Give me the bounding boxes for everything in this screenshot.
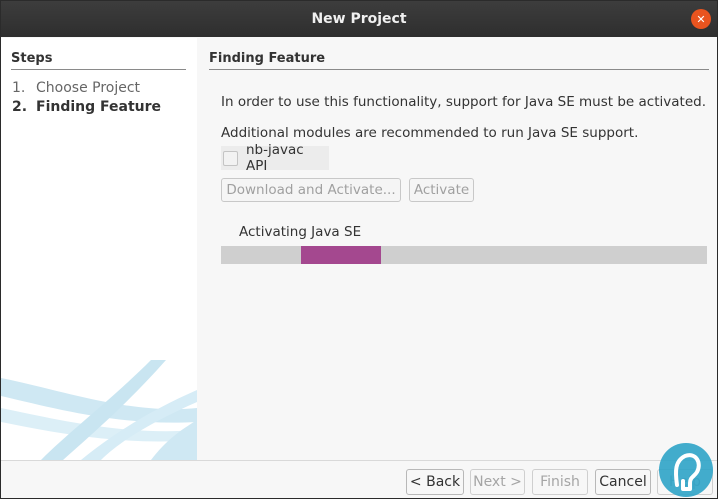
footer-divider [1, 460, 717, 461]
finish-button[interactable]: Finish [532, 469, 588, 495]
site-logo-icon [659, 443, 713, 497]
title-bar: New Project ✕ [1, 1, 717, 37]
nb-javac-checkbox[interactable] [223, 150, 238, 166]
download-activate-button[interactable]: Download and Activate... [221, 178, 401, 202]
next-button[interactable]: Next > [470, 469, 525, 495]
close-button[interactable]: ✕ [691, 9, 711, 29]
step-choose-project: 1. Choose Project [12, 80, 140, 96]
steps-divider [11, 69, 186, 70]
new-project-dialog: New Project ✕ Steps 1. Choose Project 2. F… [0, 0, 718, 499]
window-title: New Project [311, 11, 407, 27]
content-panel: Finding Feature In order to use this fun… [197, 38, 717, 460]
activate-button[interactable]: Activate [409, 178, 474, 202]
steps-header: Steps [11, 51, 53, 66]
steps-panel: Steps 1. Choose Project 2. Finding Feature [1, 38, 197, 460]
step-label: Finding Feature [36, 99, 162, 115]
step-finding-feature: 2. Finding Feature [12, 99, 161, 115]
modules-message: Additional modules are recommended to ru… [221, 125, 639, 141]
step-label: Choose Project [36, 80, 141, 96]
nb-javac-option[interactable]: nb-javac API [221, 142, 329, 174]
cancel-button[interactable]: Cancel [595, 469, 651, 495]
title-divider [209, 69, 709, 70]
progress-bar-fill [301, 246, 382, 264]
netbeans-watermark-icon [1, 360, 197, 460]
progress-bar [221, 246, 707, 264]
step-number: 1. [12, 80, 26, 96]
progress-status-text: Activating Java SE [239, 224, 362, 240]
page-title: Finding Feature [209, 51, 326, 66]
close-icon: ✕ [696, 12, 706, 26]
back-button[interactable]: < Back [406, 469, 464, 495]
step-number: 2. [12, 99, 28, 115]
activation-message: In order to use this functionality, supp… [221, 94, 706, 110]
nb-javac-label: nb-javac API [245, 142, 304, 174]
